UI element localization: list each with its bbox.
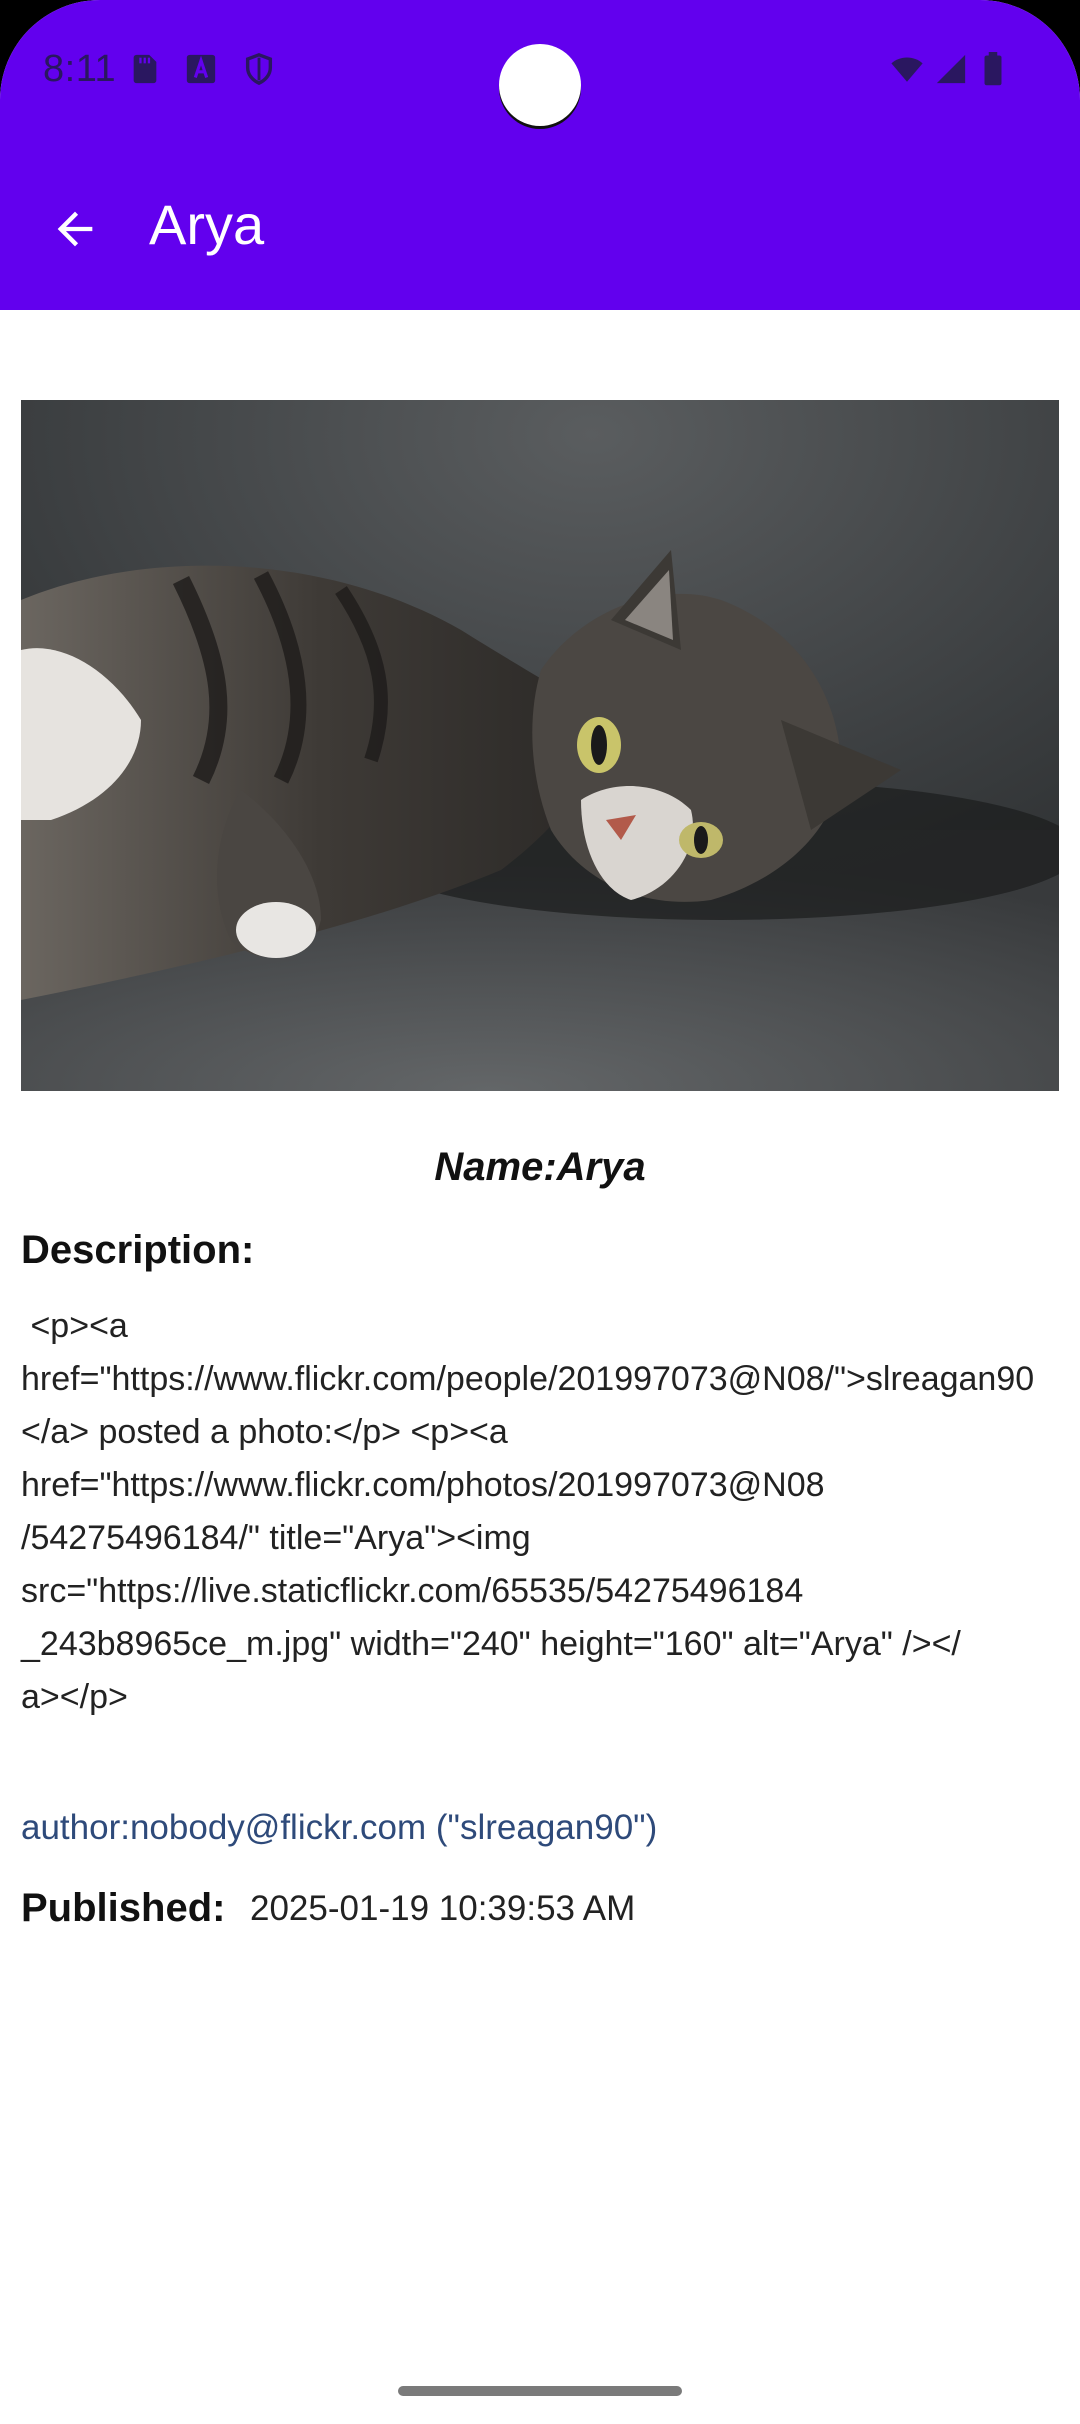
description-label: Description:: [21, 1228, 255, 1272]
published-value: 2025-01-19 10:39:53 AM: [250, 1889, 636, 1928]
back-button[interactable]: [32, 186, 118, 272]
wifi-icon: [888, 52, 923, 86]
home-indicator[interactable]: [398, 2386, 682, 2396]
photo-name: Name:Arya: [434, 1145, 646, 1189]
battery-icon: [980, 52, 1014, 86]
app-bar: Arya: [0, 150, 1080, 310]
status-time: 8:11: [43, 48, 117, 90]
cat-photo: [21, 400, 1059, 1091]
arrow-back-icon: [57, 211, 93, 247]
cat-photo-illustration: [21, 400, 1059, 1091]
published-label: Published:: [21, 1886, 226, 1930]
sd-card-icon: [128, 52, 162, 86]
screen: 8:11 Arya Name:Arya Description: <p><a h…: [0, 0, 1080, 2424]
camera-cutout: [499, 44, 581, 126]
app-title: Arya: [149, 193, 265, 256]
author-link[interactable]: author:nobody@flickr.com ("slreagan90"): [21, 1808, 657, 1848]
keyboard-a-icon: [184, 52, 218, 86]
status-bar: 8:11: [0, 0, 1080, 140]
signal-icon: [934, 52, 968, 86]
shield-icon: [242, 52, 276, 86]
description-text: <p><a href="https://www.flickr.com/peopl…: [21, 1307, 1035, 1716]
